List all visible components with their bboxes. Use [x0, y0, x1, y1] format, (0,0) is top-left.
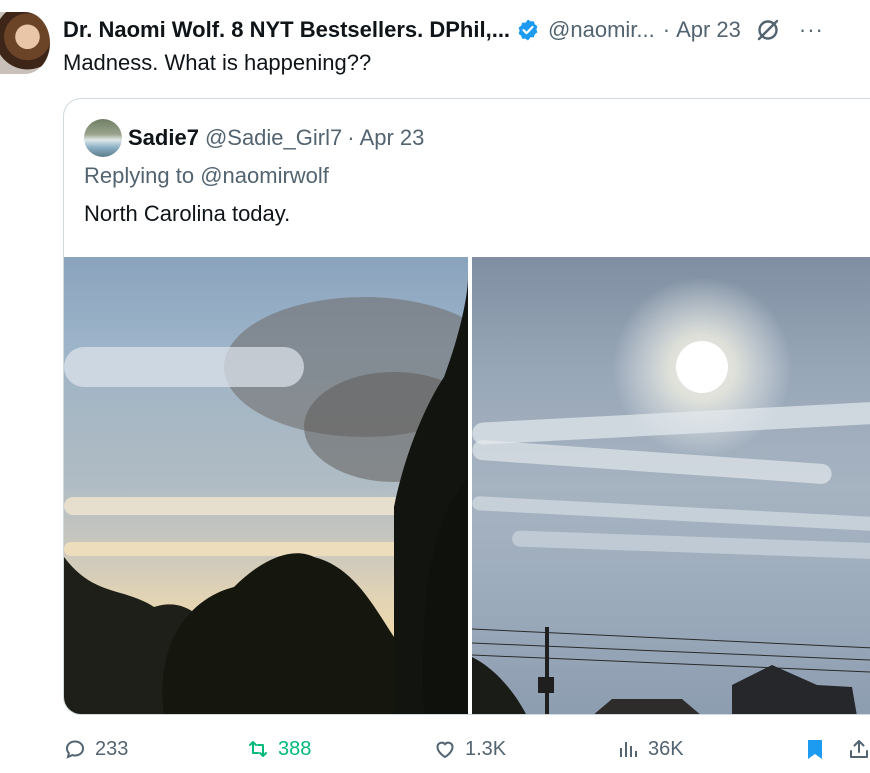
- tweet-header: Dr. Naomi Wolf. 8 NYT Bestsellers. DPhil…: [63, 14, 870, 46]
- reply-icon: [65, 740, 85, 759]
- quote-author-avatar[interactable]: [84, 119, 122, 157]
- quote-author-name[interactable]: Sadie7: [128, 125, 199, 151]
- photo-sun-contrails[interactable]: [472, 257, 870, 714]
- reply-button[interactable]: 233: [63, 733, 128, 765]
- separator-dot: ·: [347, 125, 355, 150]
- like-button[interactable]: 1.3K: [433, 733, 506, 765]
- verified-badge-icon: [516, 18, 540, 42]
- bookmark-button[interactable]: [803, 733, 827, 765]
- views-count: 36K: [648, 737, 684, 760]
- separator-dot: ·: [662, 17, 671, 42]
- media-grid: [64, 257, 870, 714]
- tweet-text: Madness. What is happening??: [63, 50, 372, 75]
- replying-to: Replying to @naomirwolf: [84, 163, 329, 189]
- quote-text: North Carolina today.: [84, 201, 291, 226]
- replying-mention[interactable]: @naomirwolf: [200, 163, 329, 188]
- author-name[interactable]: Dr. Naomi Wolf. 8 NYT Bestsellers. DPhil…: [63, 17, 510, 43]
- quoted-tweet[interactable]: Sadie7 @Sadie_Girl7 · Apr 23 Replying to…: [63, 98, 870, 715]
- share-button[interactable]: [847, 733, 870, 765]
- action-bar: 233 388 1.3K 36K: [63, 733, 870, 765]
- photo-sky-trees[interactable]: [64, 257, 468, 714]
- views-button[interactable]: 36K: [616, 733, 684, 765]
- tweet-date[interactable]: Apr 23: [676, 17, 741, 43]
- author-avatar[interactable]: [0, 12, 50, 74]
- quote-author-handle[interactable]: @Sadie_Girl7: [205, 125, 342, 151]
- heart-icon: [436, 741, 454, 758]
- author-handle[interactable]: @naomir...: [548, 17, 655, 43]
- more-options-icon[interactable]: ···: [799, 17, 824, 43]
- grok-icon[interactable]: [755, 17, 781, 43]
- retweet-icon: [249, 741, 267, 757]
- retweet-count: 388: [278, 737, 312, 760]
- views-chart-icon: [620, 742, 637, 757]
- like-count: 1.3K: [465, 737, 507, 760]
- reply-count: 233: [95, 737, 129, 760]
- quote-date[interactable]: Apr 23: [360, 125, 425, 151]
- share-icon: [850, 740, 868, 758]
- replying-label: Replying to: [84, 163, 195, 188]
- quote-header: Sadie7 @Sadie_Girl7 · Apr 23: [84, 119, 424, 157]
- retweet-button[interactable]: 388: [246, 733, 311, 765]
- bookmark-icon: [808, 740, 822, 759]
